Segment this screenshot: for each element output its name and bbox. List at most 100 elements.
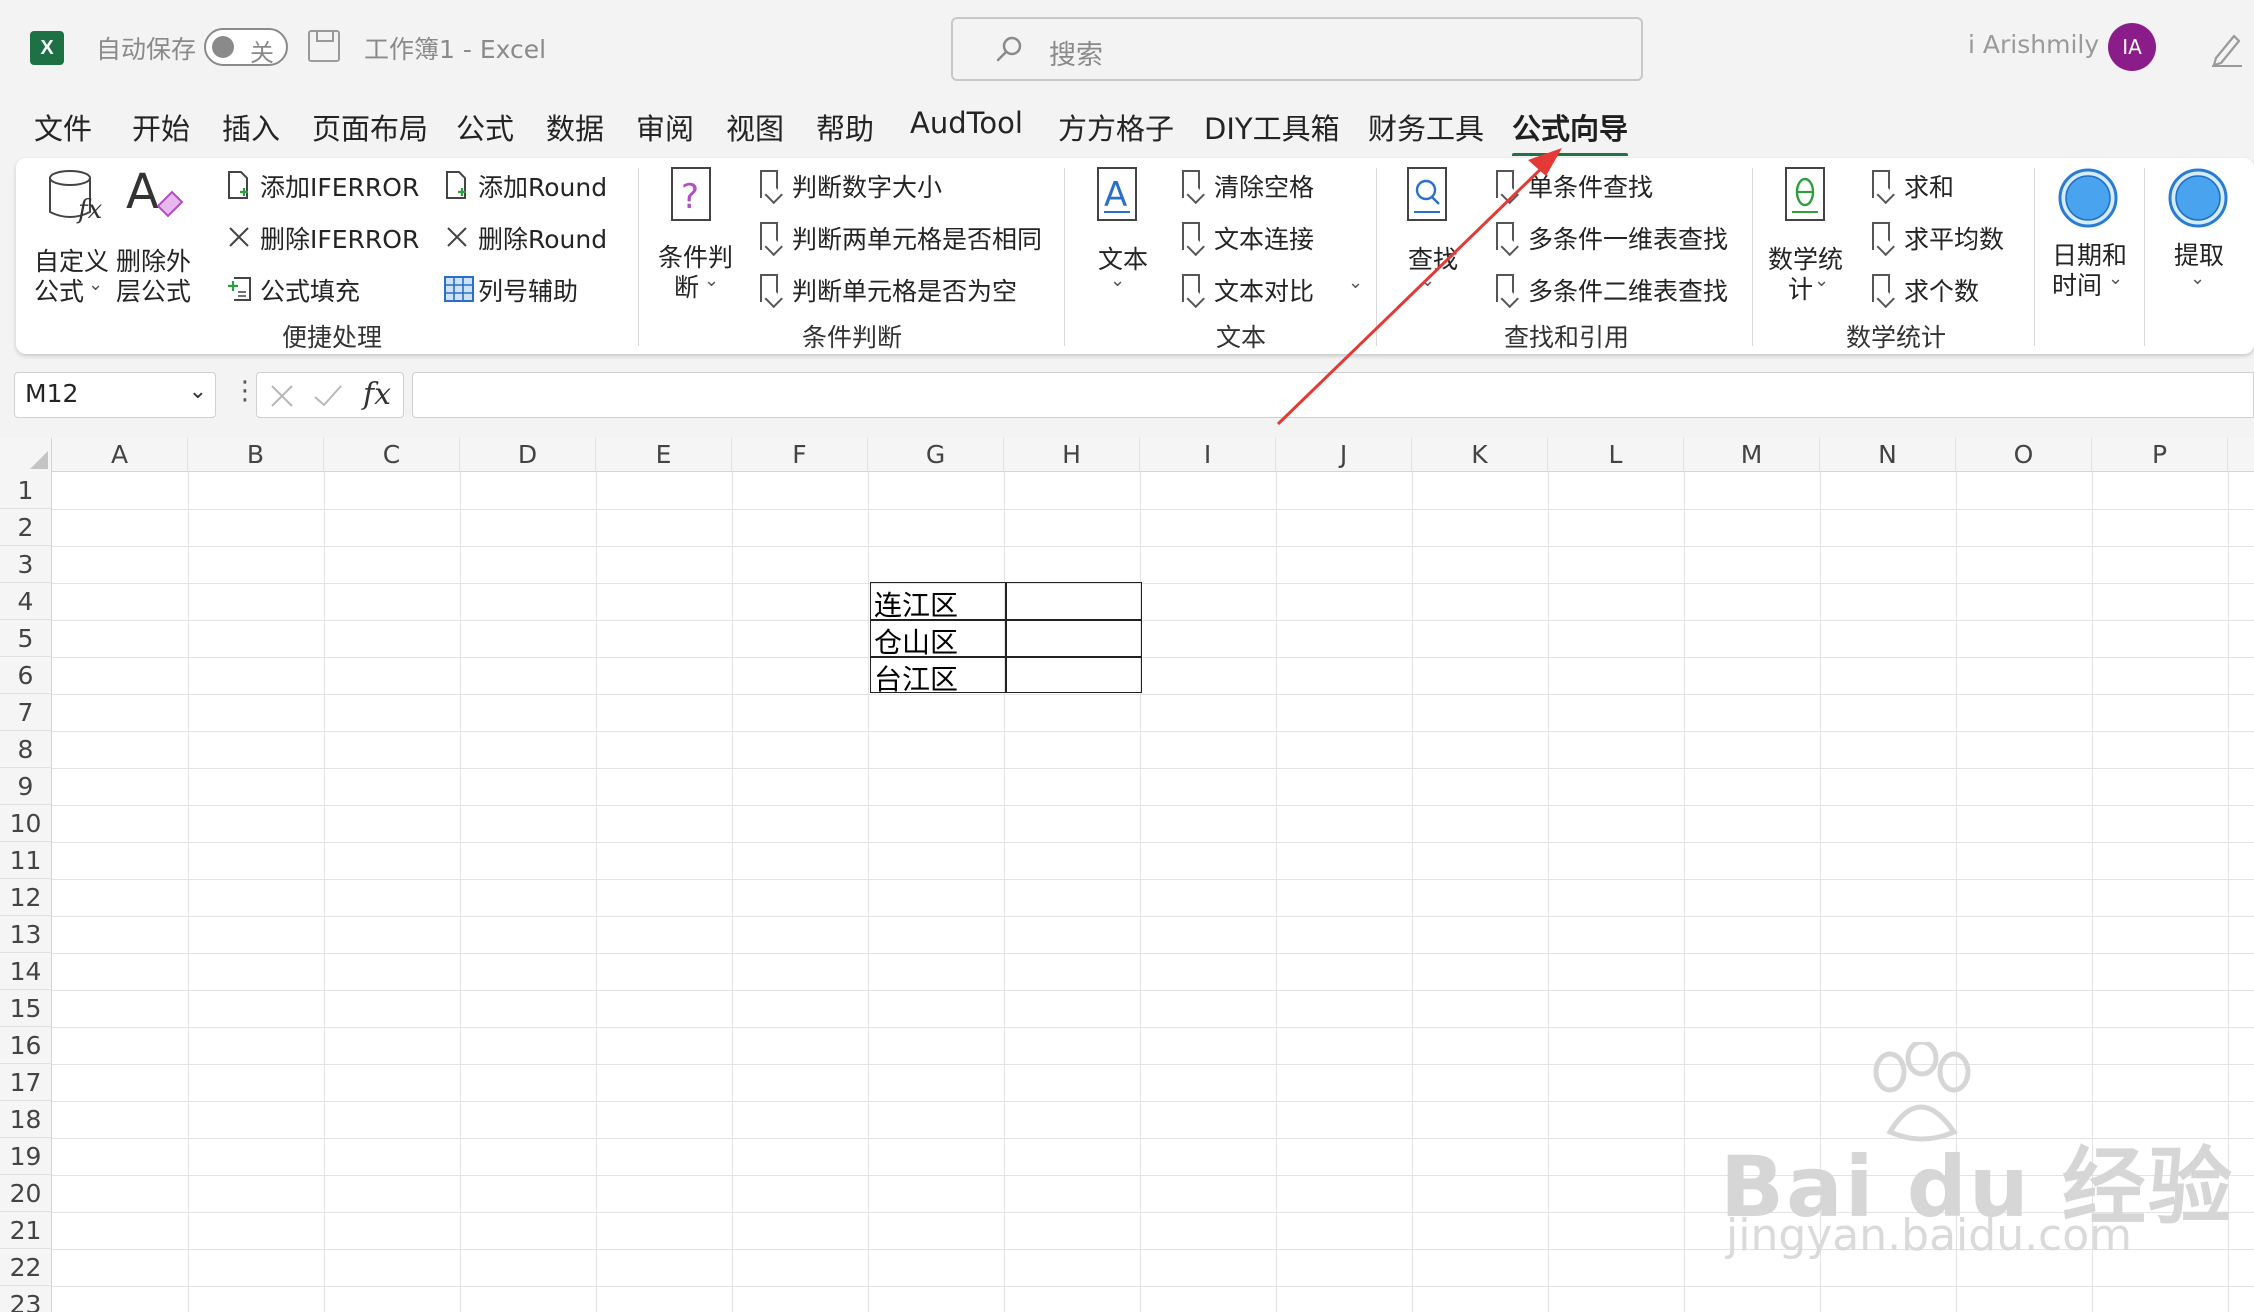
row-header[interactable]: 21 <box>0 1212 52 1249</box>
question-doc-icon: ? <box>671 167 711 221</box>
column-header[interactable]: J <box>1276 438 1412 472</box>
autosave-toggle[interactable]: 关 <box>204 28 288 67</box>
row-header[interactable]: 22 <box>0 1249 52 1286</box>
judge-cell-empty-button[interactable]: 判断单元格是否为空 <box>758 272 1058 306</box>
pen-icon[interactable] <box>2208 28 2244 68</box>
formula-input[interactable] <box>412 372 2254 418</box>
chevron-down-icon[interactable]: ⌄ <box>189 379 207 404</box>
row-header[interactable]: 7 <box>0 694 52 731</box>
name-box[interactable]: M12 ⌄ <box>14 372 216 418</box>
select-all-corner[interactable] <box>0 438 52 472</box>
tab-finance[interactable]: 财务工具 <box>1368 106 1484 148</box>
column-header[interactable]: L <box>1548 438 1684 472</box>
avatar[interactable]: IA <box>2108 23 2156 71</box>
remove-iferror-button[interactable]: 删除IFERROR <box>226 220 436 254</box>
column-header[interactable]: C <box>324 438 460 472</box>
custom-formula-button[interactable]: fx 自定义 公式 ⌄ <box>30 162 110 312</box>
row-header[interactable]: 4 <box>0 583 52 620</box>
row-header[interactable]: 9 <box>0 768 52 805</box>
tab-formulas[interactable]: 公式 <box>456 106 514 148</box>
column-header[interactable]: K <box>1412 438 1548 472</box>
tab-audtool[interactable]: AudTool <box>910 106 1023 140</box>
more-options-icon[interactable]: ⋮ <box>232 376 258 406</box>
count-button[interactable]: 求个数 <box>1870 272 2030 306</box>
datetime-button[interactable]: 日期和 时间 ⌄ <box>2046 162 2136 312</box>
column-helper-button[interactable]: 列号辅助 <box>444 272 624 306</box>
column-header[interactable]: O <box>1956 438 2092 472</box>
row-header[interactable]: 20 <box>0 1175 52 1212</box>
clear-spaces-button[interactable]: 清除空格 <box>1180 168 1360 202</box>
cell-h5[interactable] <box>1006 620 1141 655</box>
grid-hline <box>52 731 2254 732</box>
column-header[interactable]: H <box>1004 438 1140 472</box>
cell-g4[interactable]: 连江区 <box>870 584 958 624</box>
cell-h6[interactable] <box>1006 657 1141 692</box>
row-header[interactable]: 6 <box>0 657 52 694</box>
cell-h4[interactable] <box>1006 583 1141 618</box>
extract-button[interactable]: 提取 ⌄ <box>2154 162 2244 312</box>
math-stats-button[interactable]: 数学统 计 ⌄ <box>1768 162 1848 312</box>
search-input[interactable]: 搜索 <box>951 17 1643 81</box>
row-header[interactable]: 5 <box>0 620 52 657</box>
column-header[interactable]: M <box>1684 438 1820 472</box>
column-header[interactable]: B <box>188 438 324 472</box>
tab-data[interactable]: 数据 <box>546 106 604 148</box>
tab-view[interactable]: 视图 <box>726 106 784 148</box>
tab-file[interactable]: 文件 <box>34 106 92 148</box>
tab-fangfang[interactable]: 方方格子 <box>1058 106 1174 148</box>
column-header[interactable]: A <box>52 438 188 472</box>
row-header[interactable]: 3 <box>0 546 52 583</box>
tab-home[interactable]: 开始 <box>132 106 190 148</box>
row-header[interactable]: 12 <box>0 879 52 916</box>
cancel-icon[interactable] <box>269 383 295 409</box>
cell-g6[interactable]: 台江区 <box>870 658 958 698</box>
tab-insert[interactable]: 插入 <box>222 106 280 148</box>
judge-number-size-button[interactable]: 判断数字大小 <box>758 168 1058 202</box>
row-header[interactable]: 2 <box>0 509 52 546</box>
tab-help[interactable]: 帮助 <box>816 106 874 148</box>
multi-condition-1d-lookup-button[interactable]: 多条件一维表查找 <box>1494 220 1754 254</box>
judge-two-cells-same-button[interactable]: 判断两单元格是否相同 <box>758 220 1058 254</box>
text-button[interactable]: A 文本 ⌄ <box>1080 162 1150 312</box>
row-header[interactable]: 13 <box>0 916 52 953</box>
row-header[interactable]: 15 <box>0 990 52 1027</box>
function-icon[interactable]: fx <box>363 377 391 412</box>
row-header[interactable]: 8 <box>0 731 52 768</box>
check-icon[interactable] <box>313 383 343 409</box>
sum-button[interactable]: 求和 <box>1870 168 2030 202</box>
column-header[interactable]: D <box>460 438 596 472</box>
formula-fill-button[interactable]: 公式填充 <box>226 272 436 306</box>
row-header[interactable]: 19 <box>0 1138 52 1175</box>
column-header[interactable]: P <box>2092 438 2228 472</box>
remove-round-button[interactable]: 删除Round <box>444 220 624 254</box>
column-header[interactable]: I <box>1140 438 1276 472</box>
tab-diy-toolbox[interactable]: DIY工具箱 <box>1204 106 1340 148</box>
column-header[interactable]: G <box>868 438 1004 472</box>
cell-g5[interactable]: 仓山区 <box>870 621 958 661</box>
text-compare-button[interactable]: 文本对比 ⌄ <box>1180 272 1380 306</box>
row-header[interactable]: 17 <box>0 1064 52 1101</box>
save-icon[interactable] <box>308 30 340 62</box>
row-header[interactable]: 16 <box>0 1027 52 1064</box>
tab-formula-wizard[interactable]: 公式向导 <box>1512 106 1629 158</box>
row-header[interactable]: 10 <box>0 805 52 842</box>
row-header[interactable]: 23 <box>0 1286 52 1312</box>
add-round-button[interactable]: 添加Round <box>444 168 624 202</box>
average-button[interactable]: 求平均数 <box>1870 220 2030 254</box>
column-header[interactable]: N <box>1820 438 1956 472</box>
text-concat-button[interactable]: 文本连接 <box>1180 220 1360 254</box>
single-condition-lookup-button[interactable]: 单条件查找 <box>1494 168 1754 202</box>
row-header[interactable]: 18 <box>0 1101 52 1138</box>
tab-review[interactable]: 审阅 <box>636 106 694 148</box>
lookup-button[interactable]: 查找 ⌄ <box>1392 162 1462 312</box>
row-header[interactable]: 14 <box>0 953 52 990</box>
column-header[interactable]: E <box>596 438 732 472</box>
remove-outer-formula-button[interactable]: A 删除外 层公式 <box>116 162 196 312</box>
condition-button[interactable]: ? 条件判 断 ⌄ <box>656 162 736 312</box>
row-header[interactable]: 11 <box>0 842 52 879</box>
column-header[interactable]: F <box>732 438 868 472</box>
add-iferror-button[interactable]: 添加IFERROR <box>226 168 436 202</box>
tab-page-layout[interactable]: 页面布局 <box>312 106 428 148</box>
row-header[interactable]: 1 <box>0 472 52 509</box>
multi-condition-2d-lookup-button[interactable]: 多条件二维表查找 <box>1494 272 1754 306</box>
